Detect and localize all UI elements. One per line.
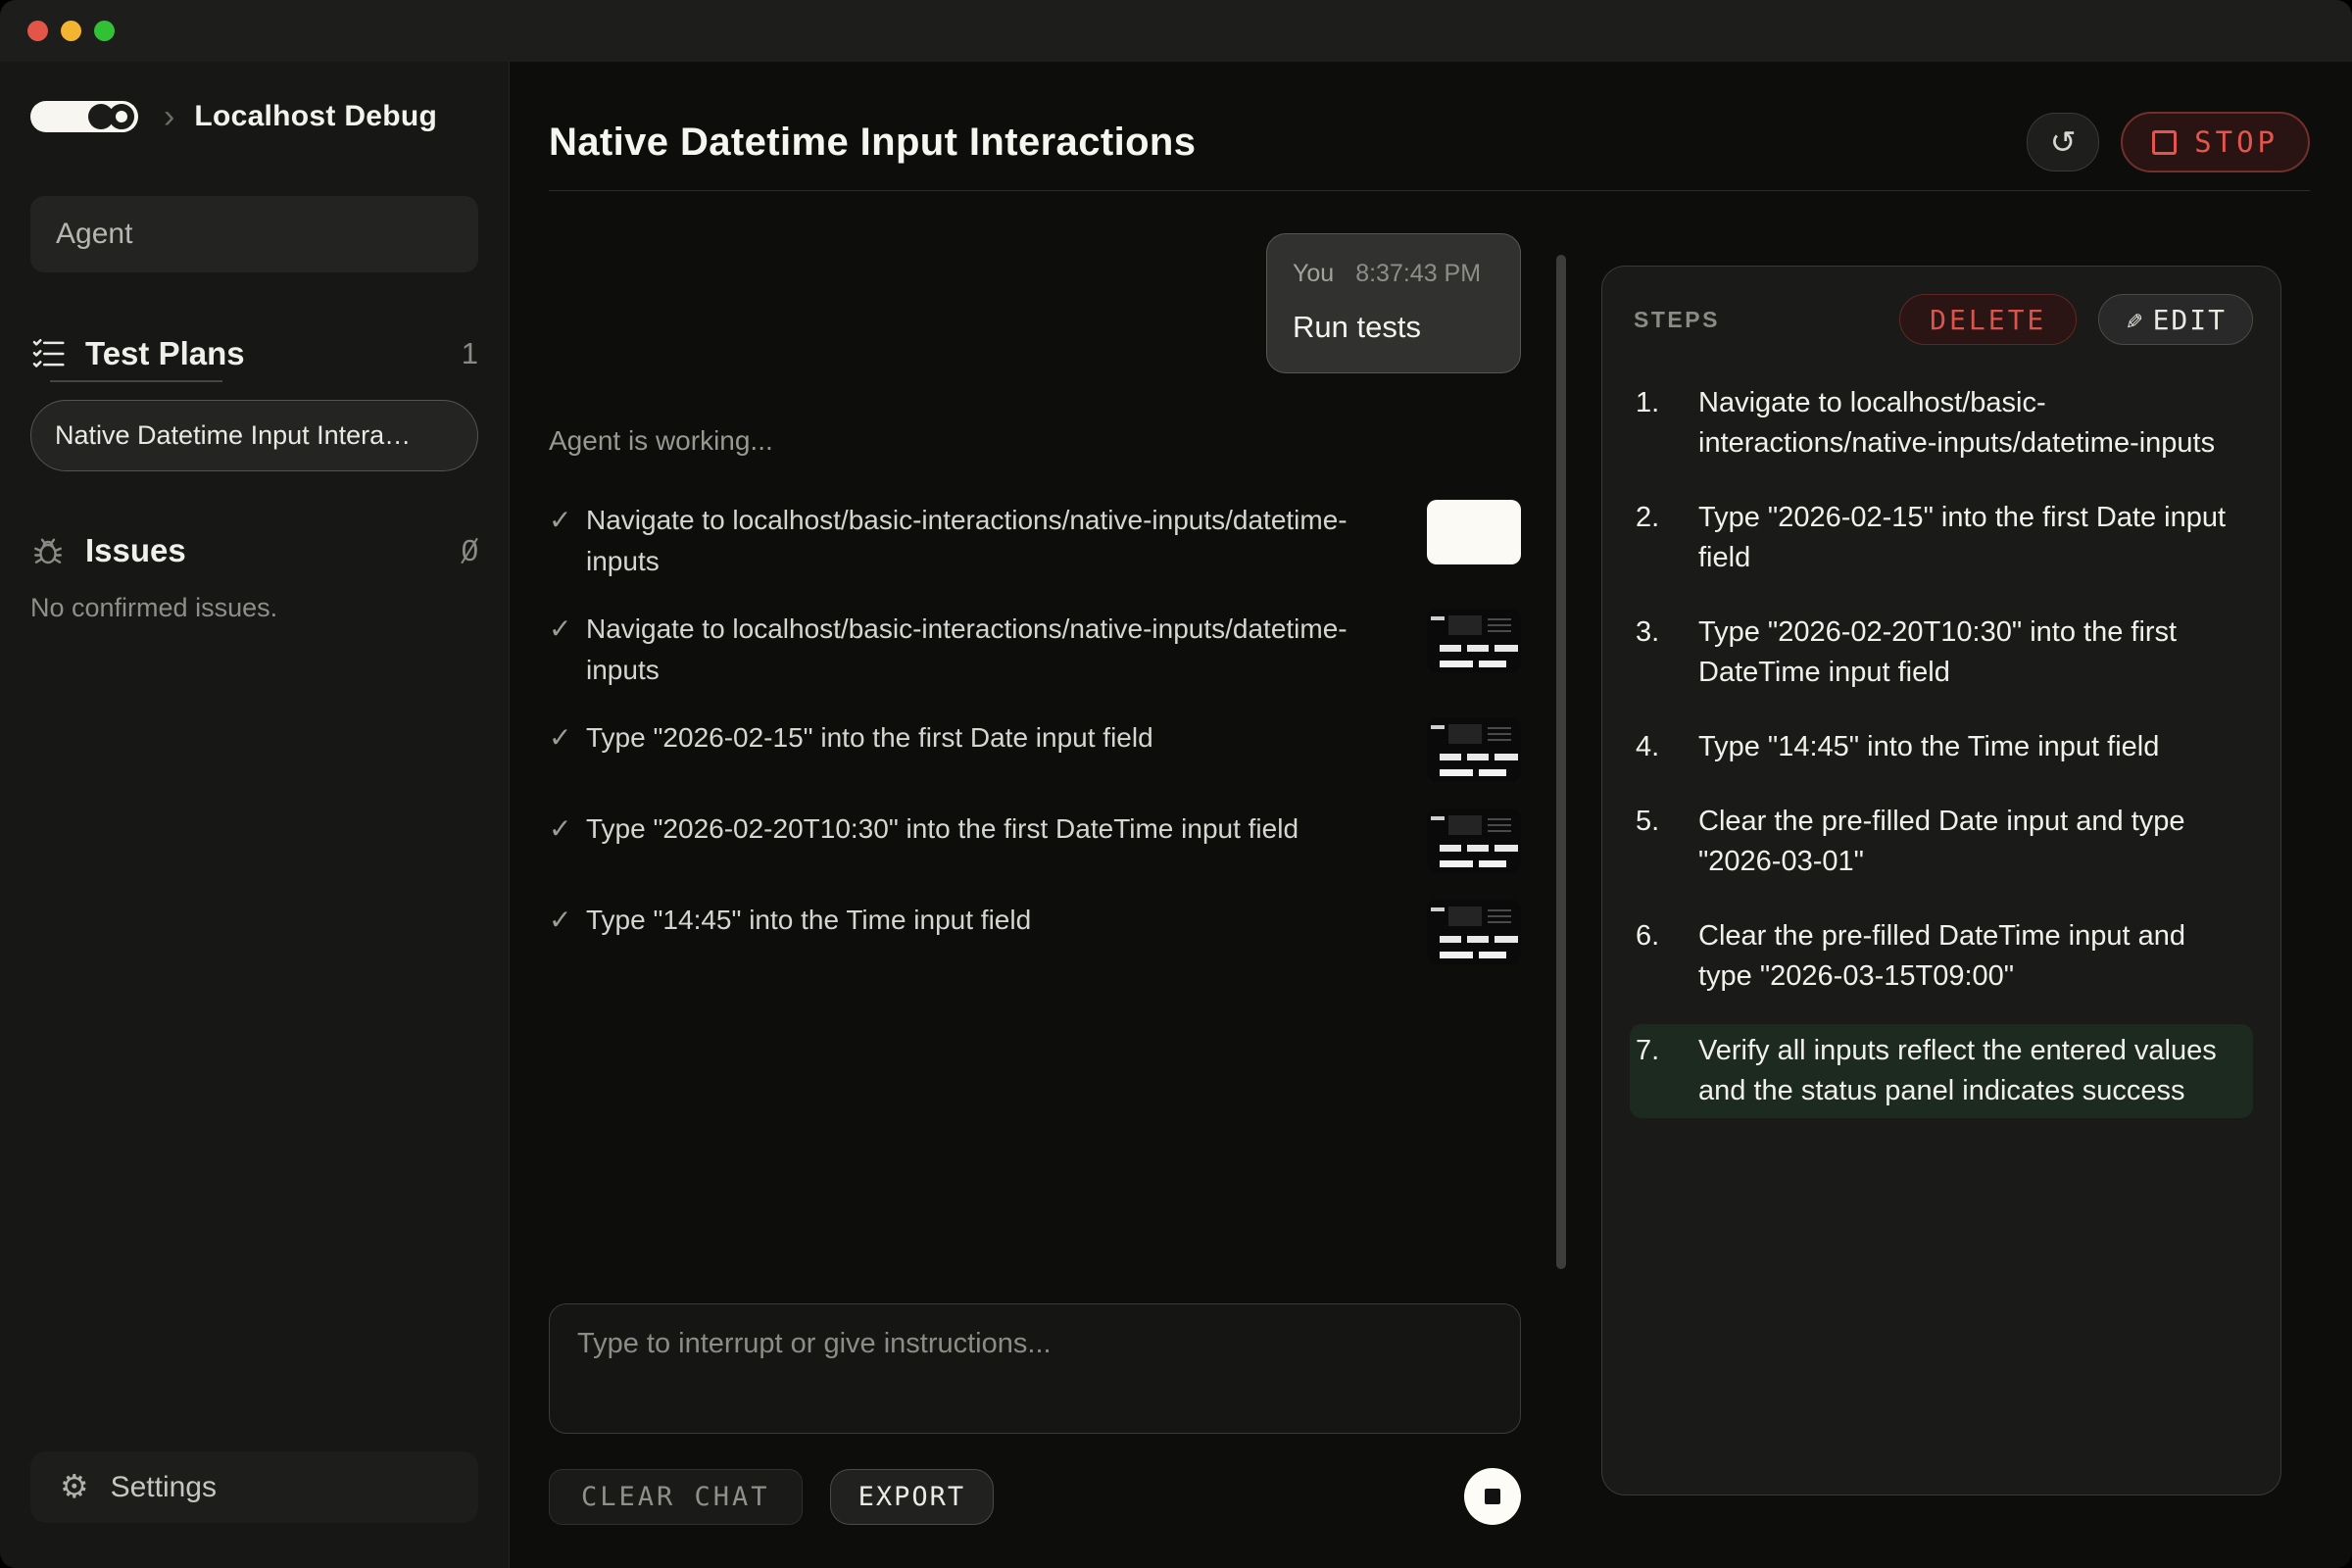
export-label: EXPORT <box>858 1482 966 1512</box>
app-window: › Localhost Debug Agent Test Plans <box>0 0 2352 1568</box>
issues-header: Issues 0 <box>30 532 478 569</box>
screenshot-thumbnail[interactable] <box>1427 717 1521 782</box>
sidebar: › Localhost Debug Agent Test Plans <box>0 62 510 1568</box>
log-text: Navigate to localhost/basic-interactions… <box>586 609 1370 691</box>
log-row: ✓ Type "2026-02-15" into the first Date … <box>549 717 1521 782</box>
step-item-4[interactable]: Type "14:45" into the Time input field <box>1630 720 2253 774</box>
stop-button-label: STOP <box>2194 125 2278 159</box>
clear-chat-button[interactable]: CLEAR CHAT <box>549 1469 803 1525</box>
log-row: ✓ Type "14:45" into the Time input field <box>549 900 1521 964</box>
agent-status-text: Agent is working... <box>549 425 1521 457</box>
issues-count: 0 <box>462 533 478 568</box>
user-message-time: 8:37:43 PM <box>1355 260 1481 288</box>
stop-button[interactable]: STOP <box>2121 112 2310 172</box>
test-plans-header: Test Plans 1 <box>30 335 478 372</box>
test-plans-underline <box>50 380 222 382</box>
delete-label: DELETE <box>1930 304 2046 336</box>
log-row: ✓ Navigate to localhost/basic-interactio… <box>549 500 1521 582</box>
workspace-title[interactable]: Localhost Debug <box>194 100 437 133</box>
test-plan-item-label: Native Datetime Input Intera… <box>55 420 411 451</box>
maximize-window-button[interactable] <box>94 21 115 41</box>
export-button[interactable]: EXPORT <box>830 1469 995 1525</box>
user-message-text: Run tests <box>1293 310 1494 345</box>
agent-selector[interactable]: Agent <box>30 196 478 272</box>
check-icon: ✓ <box>549 808 586 850</box>
delete-steps-button[interactable]: DELETE <box>1899 294 2077 345</box>
check-icon: ✓ <box>549 609 586 650</box>
log-text: Type "2026-02-20T10:30" into the first D… <box>586 808 1370 850</box>
user-message-author: You <box>1293 260 1334 288</box>
settings-button[interactable]: Settings <box>30 1451 478 1523</box>
chat-column: You 8:37:43 PM Run tests Agent is workin… <box>549 233 1521 1568</box>
steps-list: Navigate to localhost/basic-interactions… <box>1630 376 2253 1139</box>
steps-panel: STEPS DELETE EDIT Navigate to localhost/… <box>1601 266 2281 1495</box>
screenshot-thumbnail[interactable] <box>1427 900 1521 964</box>
clear-chat-label: CLEAR CHAT <box>581 1482 770 1512</box>
steps-panel-title: STEPS <box>1634 307 1720 333</box>
user-message-bubble: You 8:37:43 PM Run tests <box>1266 233 1521 373</box>
stop-square-icon <box>1485 1489 1500 1504</box>
main-area: Native Datetime Input Interactions STOP <box>510 62 2352 1568</box>
history-button[interactable] <box>2027 113 2099 172</box>
log-text: Navigate to localhost/basic-interactions… <box>586 500 1370 582</box>
agent-action-log: ✓ Navigate to localhost/basic-interactio… <box>549 500 1521 964</box>
screenshot-thumbnail[interactable] <box>1427 500 1521 564</box>
close-window-button[interactable] <box>27 21 48 41</box>
screenshot-thumbnail[interactable] <box>1427 609 1521 673</box>
step-item-5[interactable]: Clear the pre-filled Date input and type… <box>1630 795 2253 889</box>
user-message-meta: You 8:37:43 PM <box>1293 260 1494 288</box>
steps-panel-header: STEPS DELETE EDIT <box>1630 294 2253 345</box>
pencil-icon <box>2125 304 2142 336</box>
check-icon: ✓ <box>549 717 586 759</box>
stop-recording-button[interactable] <box>1464 1468 1521 1525</box>
log-row: ✓ Type "2026-02-20T10:30" into the first… <box>549 808 1521 873</box>
step-item-2[interactable]: Type "2026-02-15" into the first Date in… <box>1630 491 2253 585</box>
test-plans-count: 1 <box>462 336 478 371</box>
settings-label: Settings <box>111 1471 217 1504</box>
edit-label: EDIT <box>2153 304 2227 336</box>
issues-title: Issues <box>85 532 186 569</box>
chat-scrollbar-track <box>1556 233 1566 1568</box>
test-plans-section: Test Plans 1 Native Datetime Input Inter… <box>30 335 478 471</box>
stop-square-icon <box>2152 130 2177 155</box>
chat-scrollbar-thumb[interactable] <box>1556 255 1566 1269</box>
issues-section: Issues 0 No confirmed issues. <box>30 532 478 623</box>
app-body: › Localhost Debug Agent Test Plans <box>0 62 2352 1568</box>
check-icon: ✓ <box>549 500 586 541</box>
window-titlebar <box>0 0 2352 62</box>
header-actions: STOP <box>2027 112 2310 172</box>
test-plans-title: Test Plans <box>85 335 245 372</box>
step-item-3[interactable]: Type "2026-02-20T10:30" into the first D… <box>1630 606 2253 700</box>
step-item-1[interactable]: Navigate to localhost/basic-interactions… <box>1630 376 2253 470</box>
main-header: Native Datetime Input Interactions STOP <box>549 111 2310 173</box>
chat-actions-row: CLEAR CHAT EXPORT <box>549 1468 1521 1525</box>
issues-empty-text: No confirmed issues. <box>30 593 478 623</box>
edit-steps-button[interactable]: EDIT <box>2098 294 2253 345</box>
content-row: You 8:37:43 PM Run tests Agent is workin… <box>549 191 2310 1568</box>
chat-input-container <box>549 1303 1521 1434</box>
theme-toggle[interactable] <box>30 101 138 132</box>
agent-selector-label: Agent <box>56 218 132 251</box>
step-item-7-active[interactable]: Verify all inputs reflect the entered va… <box>1630 1024 2253 1118</box>
workspace-row: › Localhost Debug <box>30 97 478 136</box>
bug-icon <box>30 533 70 568</box>
screenshot-thumbnail[interactable] <box>1427 808 1521 873</box>
step-item-6[interactable]: Clear the pre-filled DateTime input and … <box>1630 909 2253 1004</box>
gear-icon <box>60 1470 89 1505</box>
test-plan-item[interactable]: Native Datetime Input Intera… <box>30 400 478 471</box>
theme-toggle-ring <box>109 104 134 129</box>
minimize-window-button[interactable] <box>61 21 81 41</box>
check-icon: ✓ <box>549 900 586 941</box>
log-text: Type "2026-02-15" into the first Date in… <box>586 717 1370 759</box>
page-title: Native Datetime Input Interactions <box>549 121 1196 165</box>
history-icon <box>2050 124 2077 161</box>
log-row: ✓ Navigate to localhost/basic-interactio… <box>549 609 1521 691</box>
chat-input[interactable] <box>577 1328 1493 1409</box>
log-text: Type "14:45" into the Time input field <box>586 900 1370 941</box>
checklist-icon <box>30 335 70 372</box>
chevron-right-icon: › <box>164 100 174 133</box>
